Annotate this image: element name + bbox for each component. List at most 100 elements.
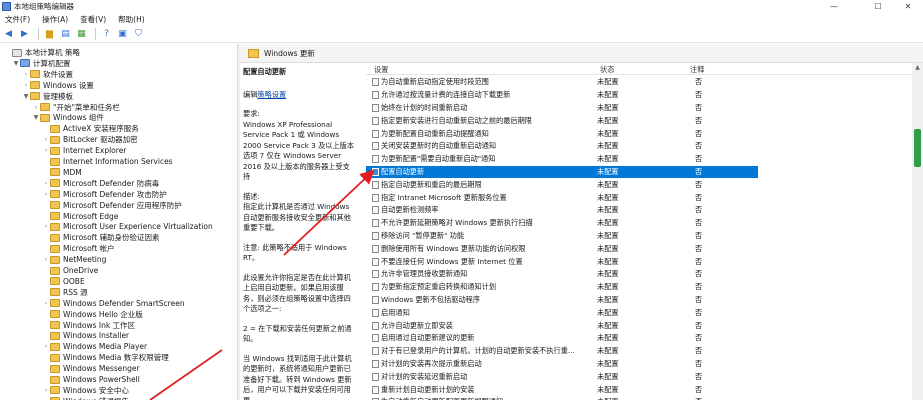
tree-item[interactable]: ▼ Windows 组件 <box>32 112 104 123</box>
policy-row[interactable]: 对于有已登录用户的计算机，计划的自动更新安装不执行重... 未配置 否 <box>366 345 758 358</box>
policy-row[interactable]: 为自动重新启动指定使用时段范围 未配置 否 <box>366 76 758 89</box>
policy-row[interactable]: 不要连接任何 Windows 更新 Internet 位置 未配置 否 <box>366 255 758 268</box>
policy-row[interactable]: 启用通过自动更新建议的更新 未配置 否 <box>366 332 758 345</box>
tree-item[interactable]: › Windows Media Player <box>42 341 147 352</box>
collapsed-chevron-icon[interactable]: › <box>42 300 50 307</box>
policy-row[interactable]: 允许非管理员接收更新通知 未配置 否 <box>366 268 758 281</box>
scroll-up-icon[interactable]: ▲ <box>912 63 923 73</box>
policy-row[interactable]: 启用通知 未配置 否 <box>366 306 758 319</box>
tree-item[interactable]: OneDrive <box>42 265 98 276</box>
collapsed-chevron-icon[interactable]: › <box>42 223 50 230</box>
tree-item[interactable]: ›Windows 错误报告 <box>42 396 129 400</box>
tree-item[interactable]: ▼ 管理模板 <box>22 91 73 102</box>
policy-row[interactable]: 始终在计划的时间重新启动 未配置 否 <box>366 102 758 115</box>
tree-item[interactable]: Windows Media 数字权限管理 <box>42 352 169 363</box>
policy-setting-icon <box>372 347 379 356</box>
policy-row[interactable]: 为自动重新启动更新配置更新提醒通知未配置否 <box>366 396 758 400</box>
tree-item[interactable]: › Internet Explorer <box>42 145 127 156</box>
tree-item[interactable]: ▼ 计算机配置 <box>12 58 71 69</box>
collapsed-chevron-icon[interactable]: › <box>42 343 50 350</box>
policy-comment: 否 <box>695 192 703 202</box>
tree-item[interactable]: › 软件设置 <box>22 69 73 80</box>
requirements-label: 要求: <box>243 109 260 118</box>
tree-item[interactable]: Microsoft Edge <box>42 211 118 222</box>
edit-policy-link[interactable]: 策略设置 <box>257 90 286 99</box>
tree-item[interactable]: › NetMeeting <box>42 254 107 265</box>
policy-row[interactable]: 对计划的安装再次提示重新启动 未配置 否 <box>366 358 758 371</box>
policy-row[interactable]: 关闭安装更新时的自动重新启动通知 未配置 否 <box>366 140 758 153</box>
tree-item[interactable]: Internet Information Services <box>42 156 173 167</box>
menu-help[interactable]: 帮助(H) <box>118 14 145 25</box>
maximize-button[interactable]: ☐ <box>863 0 893 13</box>
expanded-chevron-icon[interactable]: ▼ <box>12 60 20 67</box>
policy-row[interactable]: 指定更新安装进行自动重新启动之前的最后期限 未配置 否 <box>366 114 758 127</box>
tree-item[interactable]: RSS 源 <box>42 287 88 298</box>
policy-row[interactable]: 指定自动更新和重启的最后期限 未配置 否 <box>366 178 758 191</box>
collapsed-chevron-icon[interactable]: › <box>42 136 50 143</box>
menu-view[interactable]: 查看(V) <box>80 14 106 25</box>
policy-row[interactable]: 移除访问 "暂停更新" 功能 未配置 否 <box>366 230 758 243</box>
policy-row[interactable]: Windows 更新不包括驱动程序 未配置 否 <box>366 294 758 307</box>
menu-action[interactable]: 操作(A) <box>42 14 68 25</box>
collapsed-chevron-icon[interactable]: › <box>22 82 30 89</box>
menu-file[interactable]: 文件(F) <box>5 14 30 25</box>
collapsed-chevron-icon[interactable]: › <box>42 387 50 394</box>
collapsed-chevron-icon[interactable]: › <box>42 256 50 263</box>
export-list-icon[interactable]: ▦ <box>75 28 88 41</box>
tree-item[interactable]: › BitLocker 驱动器加密 <box>42 134 138 145</box>
policy-row[interactable]: 重新计划自动更新计划的安装 未配置 否 <box>366 383 758 396</box>
tree-item[interactable]: OOBE <box>42 276 85 287</box>
tree-item[interactable]: ActiveX 安装程序服务 <box>42 123 139 134</box>
tree-item[interactable]: Windows PowerShell <box>42 374 140 385</box>
policy-row[interactable]: 指定 Intranet Microsoft 更新服务位置 未配置 否 <box>366 191 758 204</box>
policy-row[interactable]: 删除使用所有 Windows 更新功能的访问权限 未配置 否 <box>366 242 758 255</box>
tree-item[interactable]: › Microsoft User Experience Virtualizatio… <box>42 221 213 232</box>
tree-item[interactable]: Microsoft 辅助身份验证因素 <box>42 232 160 243</box>
policy-row[interactable]: 为更新配置自动重新启动提醒通知 未配置 否 <box>366 127 758 140</box>
tree-item[interactable]: Microsoft Defender 应用程序防护 <box>42 200 182 211</box>
filter-icon[interactable]: ⛉ <box>132 28 145 41</box>
policy-row[interactable]: 配置自动更新 未配置 否 <box>366 165 758 179</box>
tree-item[interactable]: › Windows Defender SmartScreen <box>42 298 185 309</box>
tree-item[interactable]: › Microsoft Defender 攻击防护 <box>42 189 167 200</box>
policy-row[interactable]: 允许通过按流量计费的连接自动下载更新 未配置 否 <box>366 89 758 102</box>
expanded-chevron-icon[interactable]: ▼ <box>22 93 30 100</box>
tree-item[interactable]: Windows Messenger <box>42 363 140 374</box>
help-icon[interactable]: ? <box>100 28 113 41</box>
back-arrow-icon[interactable]: ◀ <box>2 28 15 41</box>
minimize-button[interactable]: — <box>819 0 849 13</box>
policy-row[interactable]: 为更新配置"需要自动重新启动"通知 未配置 否 <box>366 153 758 166</box>
policy-row[interactable]: 自动更新检测频率 未配置 否 <box>366 204 758 217</box>
properties-icon[interactable]: ▣ <box>116 28 129 41</box>
collapsed-chevron-icon[interactable]: › <box>42 180 50 187</box>
tree-item[interactable]: Windows Ink 工作区 <box>42 320 135 331</box>
tree-item[interactable]: › "开始"菜单和任务栏 <box>32 102 120 113</box>
tree-item[interactable]: Windows Hello 企业版 <box>42 309 143 320</box>
collapsed-chevron-icon[interactable]: › <box>42 191 50 198</box>
policy-row[interactable]: 为更新指定预定重启转换和通知计划 未配置 否 <box>366 281 758 294</box>
up-folder-icon[interactable]: ▆ <box>43 28 56 41</box>
expanded-chevron-icon[interactable]: ▼ <box>32 114 40 121</box>
tree-item[interactable]: › Windows 设置 <box>22 80 94 91</box>
vertical-scrollbar[interactable]: ▲ <box>912 63 923 400</box>
tree-item[interactable]: Microsoft 帐户 <box>42 243 115 254</box>
tree-item[interactable]: › Windows 安全中心 <box>42 385 129 396</box>
collapsed-chevron-icon[interactable]: › <box>22 71 30 78</box>
column-comment[interactable]: 注释 <box>690 65 704 75</box>
policy-row[interactable]: 对计划的安装延迟重新启动 未配置 否 <box>366 370 758 383</box>
scroll-thumb[interactable] <box>914 129 921 167</box>
policy-row[interactable]: 不允许更新延期策略对 Windows 更新执行扫描 未配置 否 <box>366 217 758 230</box>
tree-item[interactable]: MDM <box>42 167 82 178</box>
policy-comment: 否 <box>695 346 703 356</box>
collapsed-chevron-icon[interactable]: › <box>42 147 50 154</box>
close-button[interactable]: ✕ <box>893 0 923 13</box>
tree-item[interactable]: Windows Installer <box>42 330 129 341</box>
forward-arrow-icon[interactable]: ▶ <box>18 28 31 41</box>
tree-item[interactable]: › Microsoft Defender 防病毒 <box>42 178 159 189</box>
tree-item[interactable]: 本地计算机 策略 <box>4 47 80 58</box>
column-setting[interactable]: 设置 <box>374 65 388 75</box>
column-state[interactable]: 状态 <box>600 65 614 75</box>
show-hide-tree-icon[interactable]: ▤ <box>59 28 72 41</box>
collapsed-chevron-icon[interactable]: › <box>32 104 40 111</box>
policy-row[interactable]: 允许自动更新立即安装 未配置 否 <box>366 319 758 332</box>
